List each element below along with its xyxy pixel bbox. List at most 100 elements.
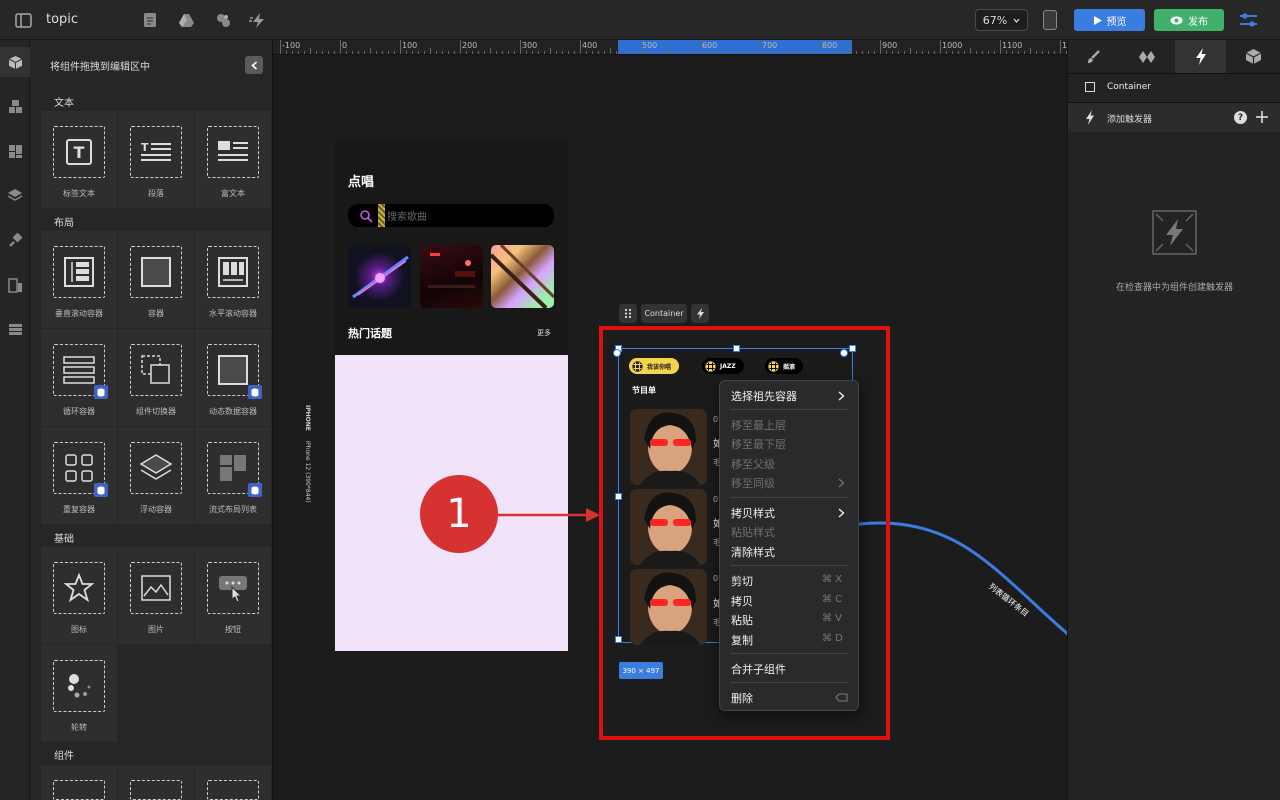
ruler-minor-tick: [790, 48, 791, 54]
menu-item-paste-style[interactable]: 粘贴样式: [731, 524, 775, 540]
device-icon[interactable]: [1043, 10, 1057, 30]
ruler-minor-tick: [934, 51, 935, 54]
plus-icon[interactable]: [1256, 111, 1268, 123]
ruler-label: 100: [402, 41, 418, 50]
pages-icon[interactable]: [0, 270, 30, 300]
banner-image[interactable]: [420, 245, 483, 308]
component-tile[interactable]: 组件切换器: [118, 329, 194, 426]
settings-sliders-icon[interactable]: [1238, 10, 1258, 30]
component-tile[interactable]: 循环容器: [41, 329, 117, 426]
component-icon: [1138, 50, 1155, 63]
tile-label: 图标: [71, 625, 87, 634]
component-tile[interactable]: 浮动容器: [118, 427, 194, 524]
ruler-label: 700: [762, 41, 778, 50]
menu-item-select-ancestor[interactable]: 选择祖先容器: [731, 388, 797, 404]
menu-item-send-to-back[interactable]: 移至最下层: [731, 436, 786, 452]
ruler-minor-tick: [742, 51, 743, 54]
publish-button[interactable]: 发布: [1154, 9, 1224, 31]
component-tile[interactable]: 垂直滚动容器: [41, 231, 117, 328]
svg-text:T: T: [141, 141, 149, 154]
banner-image[interactable]: [491, 245, 554, 308]
menu-item-delete[interactable]: 删除: [731, 690, 753, 706]
ruler-minor-tick: [892, 51, 893, 54]
component-tile[interactable]: 重复容器: [41, 427, 117, 524]
menu-item-copy-style[interactable]: 拷贝样式: [731, 505, 775, 521]
phone-frame[interactable]: 点唱 搜索歌曲 热门话题 更多: [335, 141, 568, 651]
menu-divider: [730, 565, 848, 566]
ruler-tick: [820, 40, 821, 54]
component-tile[interactable]: [41, 765, 117, 800]
menu-item-merge-children[interactable]: 合并子组件: [731, 661, 786, 677]
ruler-minor-tick: [616, 51, 617, 54]
tab-style[interactable]: [1068, 40, 1119, 73]
component-tile[interactable]: 富文本: [195, 111, 271, 208]
ruler-minor-tick: [850, 48, 851, 54]
tab-component[interactable]: [1121, 40, 1172, 73]
search-input[interactable]: 搜索歌曲: [348, 204, 554, 227]
more-link[interactable]: 更多: [537, 328, 551, 338]
tile-label: 轮转: [71, 723, 87, 732]
menu-item-cut[interactable]: 剪切: [731, 573, 753, 589]
component-tile[interactable]: 容器: [118, 231, 194, 328]
component-tile[interactable]: [195, 765, 271, 800]
component-tile[interactable]: 水平滚动容器: [195, 231, 271, 328]
brush-icon[interactable]: [0, 225, 30, 255]
ruler-minor-tick: [670, 48, 671, 54]
menu-item-copy[interactable]: 拷贝: [731, 593, 753, 609]
lightning-icon: [1195, 48, 1206, 65]
ruler-minor-tick: [928, 51, 929, 54]
ruler-minor-tick: [1042, 51, 1043, 54]
empty-state-hint: 在检查器中为组件创建触发器: [1115, 283, 1233, 293]
menu-item-move-to-sibling[interactable]: 移至同级: [731, 475, 775, 491]
menu-item-clear-style[interactable]: 清除样式: [731, 544, 775, 560]
selected-component-name[interactable]: Container: [641, 304, 687, 323]
ruler-minor-tick: [370, 48, 371, 54]
ruler-minor-tick: [844, 51, 845, 54]
ruler-minor-tick: [1030, 48, 1031, 54]
menu-item-move-to-parent[interactable]: 移至父级: [731, 456, 775, 472]
widgets-icon[interactable]: [0, 136, 30, 166]
add-trigger-row[interactable]: [1068, 103, 1280, 132]
menu-item-bring-to-front[interactable]: 移至最上层: [731, 417, 786, 433]
component-tile[interactable]: 按钮: [195, 547, 271, 644]
component-tile[interactable]: T 标签文本: [41, 111, 117, 208]
menu-item-duplicate[interactable]: 复制: [731, 632, 753, 648]
ruler-minor-tick: [718, 51, 719, 54]
document-icon[interactable]: [140, 10, 160, 30]
horizontal-ruler: -100 0 100 200 300 400 500 600 700 800 900 1000 1100…: [273, 40, 1067, 55]
component-tile[interactable]: 图片: [118, 547, 194, 644]
drag-handle-icon[interactable]: [619, 304, 637, 323]
tile-label: 动态数据容器: [209, 407, 257, 416]
component-tile[interactable]: 流式布局列表: [195, 427, 271, 524]
sidebar-toggle-icon[interactable]: [13, 10, 33, 30]
component-tile[interactable]: 动态数据容器: [195, 329, 271, 426]
blocks-icon[interactable]: [0, 91, 30, 121]
components-icon[interactable]: [0, 47, 30, 77]
ruler-label: 600: [702, 41, 718, 50]
menu-divider: [730, 682, 848, 683]
banner-image[interactable]: [348, 245, 411, 308]
tab-triggers[interactable]: [1175, 40, 1226, 73]
help-icon[interactable]: ?: [1234, 111, 1247, 124]
menu-item-paste[interactable]: 粘贴: [731, 612, 753, 628]
actions-icon[interactable]: [248, 10, 268, 30]
component-tile[interactable]: [118, 765, 194, 800]
preview-button[interactable]: 预览: [1074, 9, 1145, 31]
drive-icon[interactable]: [176, 10, 196, 30]
collapse-panel-button[interactable]: [245, 56, 263, 74]
lightning-icon[interactable]: [691, 304, 709, 323]
editor-canvas[interactable]: IPHONE iPhone 12 (390*844) 点唱 搜索歌曲 热门话题 …: [273, 55, 1067, 800]
layers-icon[interactable]: [0, 180, 30, 210]
component-tile[interactable]: T 段落: [118, 111, 194, 208]
inspector-panel: Container 添加触发器 ? 在检查器中为组件创建触发器: [1067, 40, 1280, 800]
tab-3d[interactable]: [1228, 40, 1279, 73]
ruler-minor-tick: [946, 51, 947, 54]
zoom-select[interactable]: 67%: [975, 9, 1028, 31]
ruler-tick: [760, 40, 761, 54]
ruler-minor-tick: [364, 51, 365, 54]
assets-icon[interactable]: [213, 10, 233, 30]
component-tile[interactable]: 图标: [41, 547, 117, 644]
ruler-label: 300: [522, 41, 538, 50]
data-table-icon[interactable]: [0, 314, 30, 344]
component-tile[interactable]: 轮转: [41, 645, 117, 742]
